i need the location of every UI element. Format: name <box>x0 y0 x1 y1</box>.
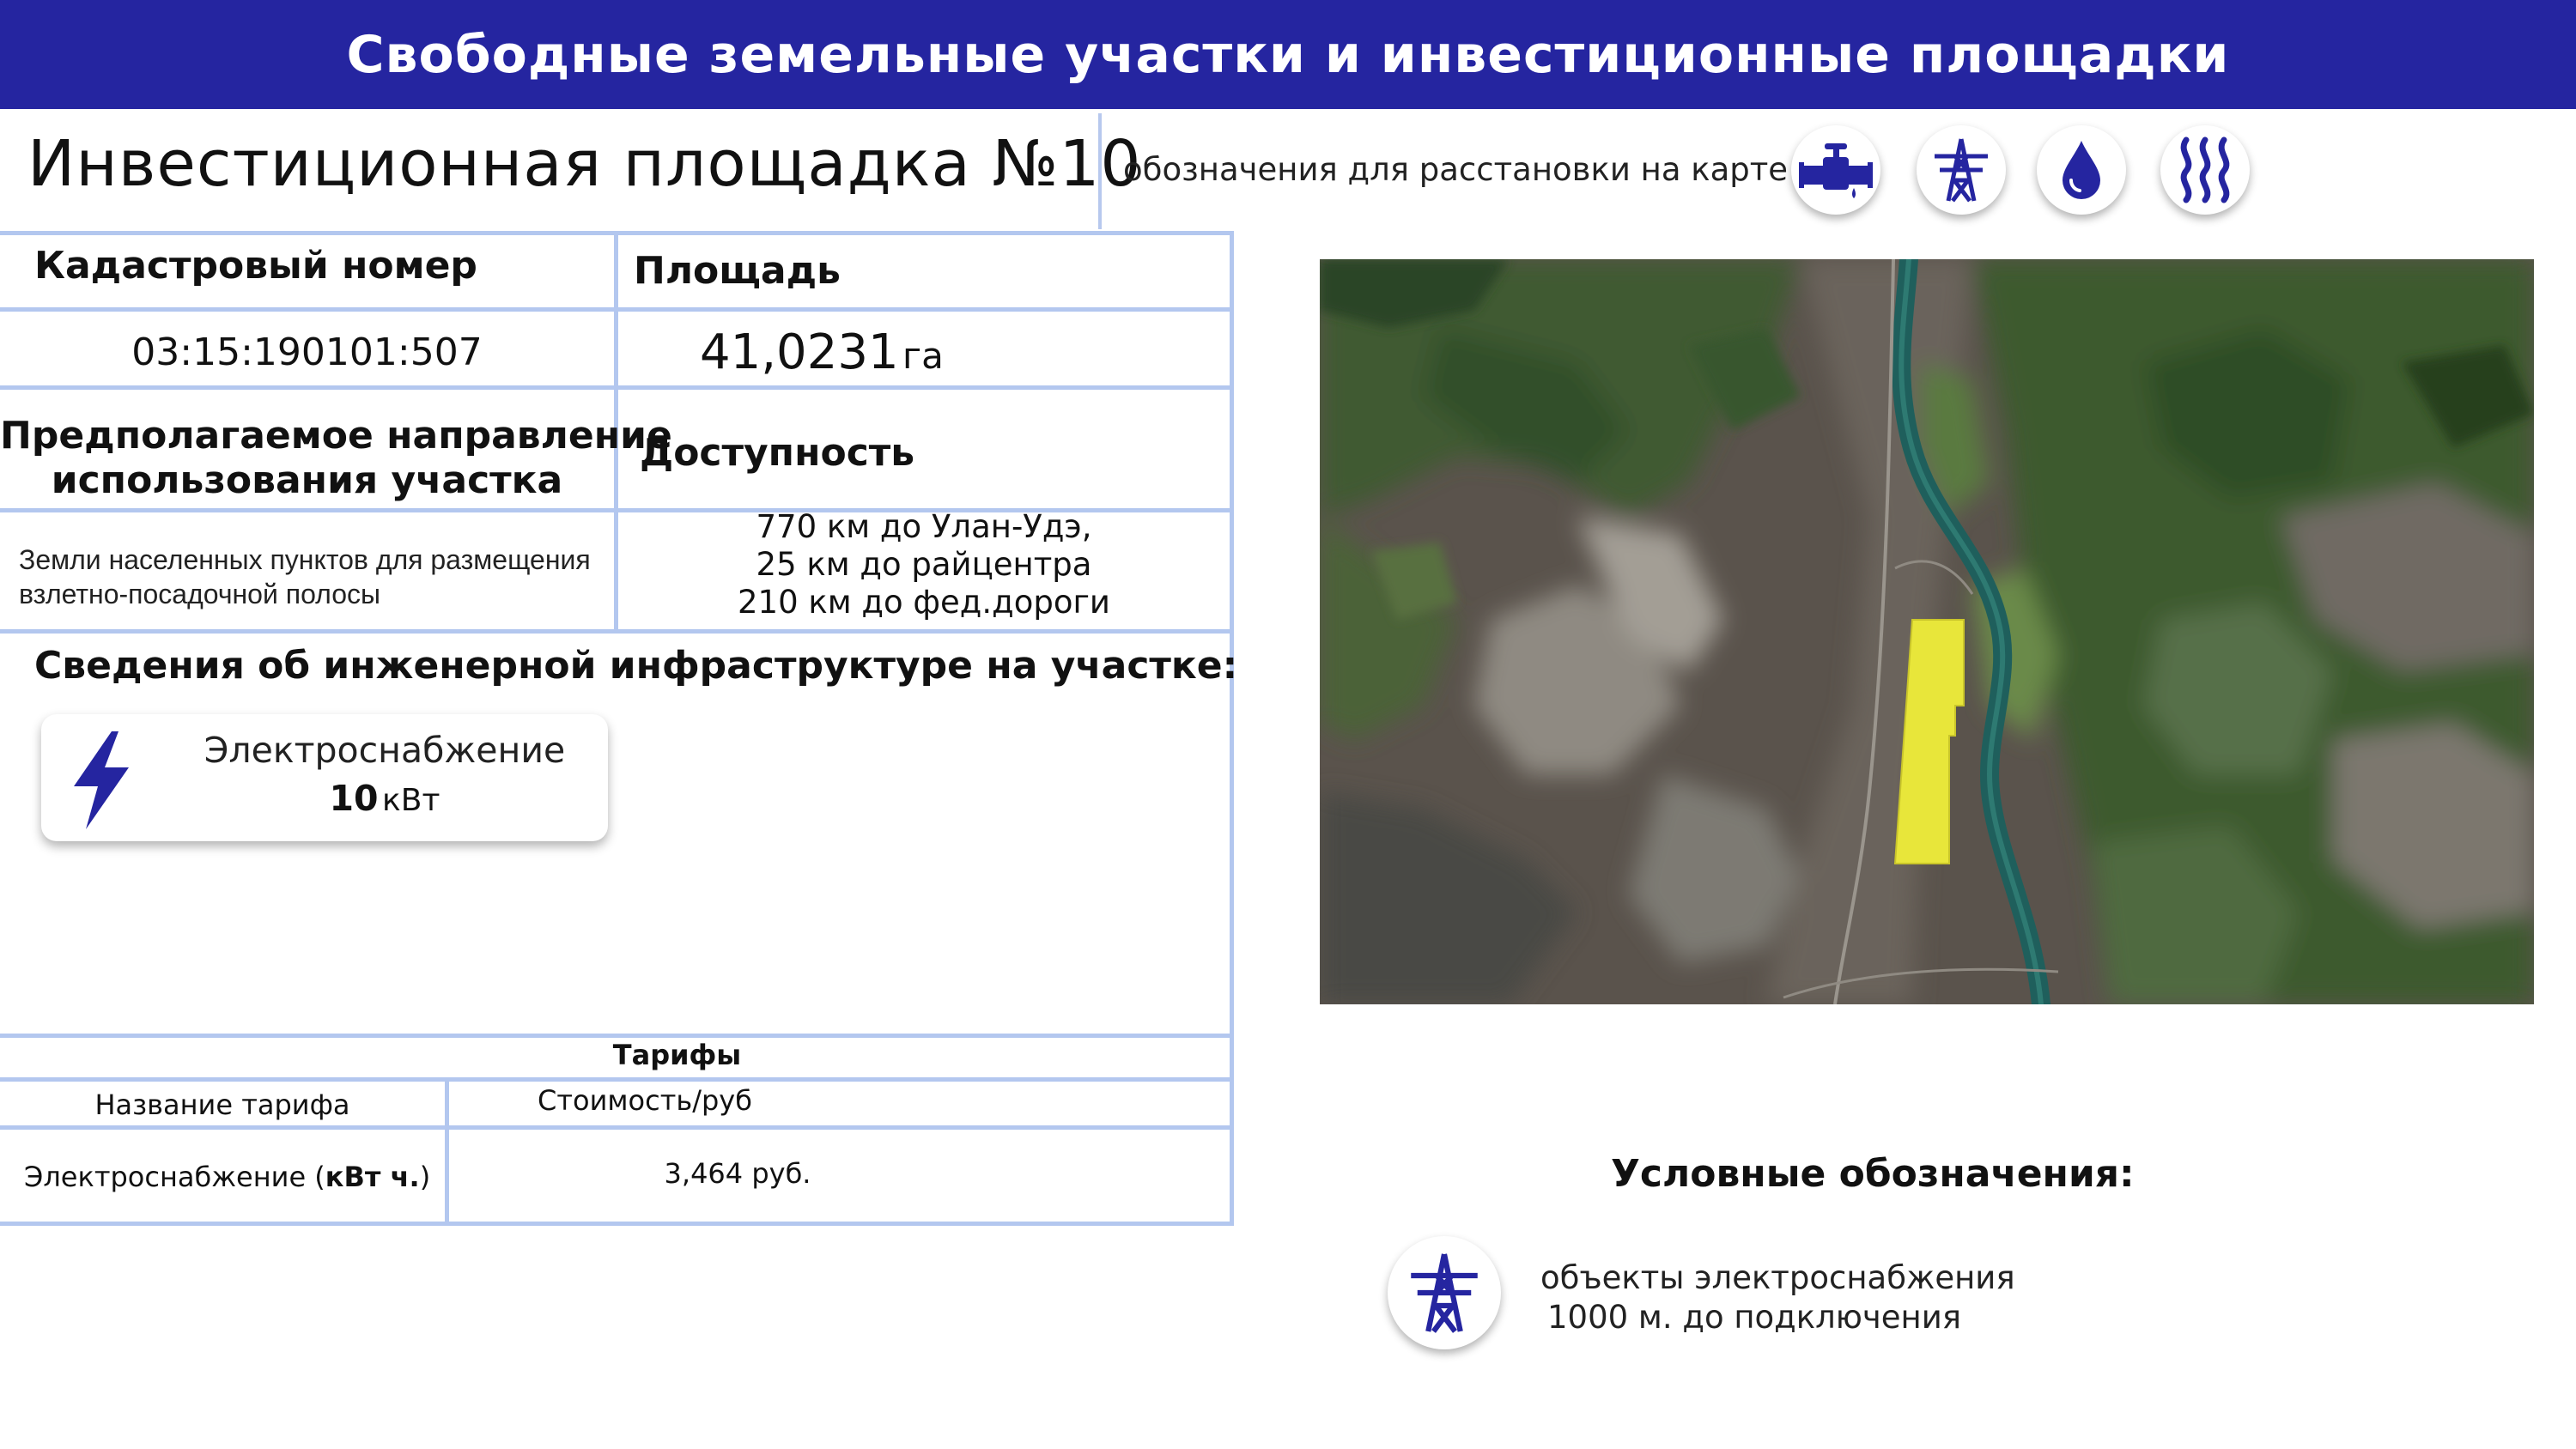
legend-item-text: объекты электроснабжения 1000 м. до подк… <box>1540 1258 2015 1337</box>
area-label: Площадь <box>634 249 841 293</box>
tariffs-title: Тарифы <box>612 1039 742 1071</box>
access-label: Доступность <box>640 431 915 475</box>
cadastral-value: 03:15:190101:507 <box>131 330 483 374</box>
title-divider <box>1098 113 1102 229</box>
legend-title: Условные обозначения: <box>1611 1152 2135 1196</box>
legend-item-line: 1000 м. до подключения <box>1547 1299 1962 1336</box>
tariff-border <box>0 1034 1234 1038</box>
cadastral-label: Кадастровый номер <box>34 244 477 288</box>
water-pipe-icon[interactable] <box>1791 125 1880 215</box>
tariff-row-suffix: ) <box>419 1161 431 1193</box>
access-line: 25 км до райцентра <box>756 546 1092 583</box>
tariff-row-unit: кВт ч. <box>325 1161 420 1193</box>
usage-value: Земли населенных пунктов для размещения … <box>19 543 591 611</box>
usage-label-line: Предполагаемое направление <box>0 414 672 458</box>
usage-label-line: использования участка <box>51 458 563 502</box>
tariff-row-prefix: Электроснабжение ( <box>24 1161 325 1193</box>
power-supply-card: Электроснабжение 10 кВт <box>41 714 608 841</box>
tariff-border <box>0 1077 1234 1082</box>
legend-item-line: объекты электроснабжения <box>1540 1259 2015 1296</box>
power-unit: кВт <box>382 783 440 818</box>
power-tower-icon <box>1388 1236 1501 1349</box>
page-header-title: Свободные земельные участки и инвестицио… <box>346 24 2230 85</box>
area-unit: га <box>902 335 944 377</box>
header-bar: Свободные земельные участки и инвестицио… <box>0 0 2576 109</box>
lightning-icon <box>74 731 129 829</box>
infrastructure-title: Сведения об инженерной инфраструктуре на… <box>34 644 1238 688</box>
tariff-border <box>0 1125 1234 1130</box>
area-value: 41,0231 га <box>700 324 944 380</box>
water-drop-icon[interactable] <box>2037 125 2126 215</box>
access-value: 770 км до Улан-Удэ, 25 км до райцентра 2… <box>618 508 1230 621</box>
tariff-border <box>0 1222 1234 1226</box>
usage-value-line: Земли населенных пунктов для размещения <box>19 544 591 575</box>
heat-waves-icon[interactable] <box>2160 125 2250 215</box>
tariff-cost-header: Стоимость/руб <box>538 1084 752 1117</box>
power-label: Электроснабжение <box>204 730 566 771</box>
table-right-border <box>1230 231 1234 1038</box>
tariff-name-header: Название тарифа <box>94 1088 350 1121</box>
power-tower-icon[interactable] <box>1917 125 2006 215</box>
tariff-row-name: Электроснабжение (кВт ч.) <box>24 1161 430 1193</box>
usage-value-line: взлетно-посадочной полосы <box>19 579 380 609</box>
power-value: 10 кВт <box>161 778 608 819</box>
access-line: 210 км до фед.дороги <box>738 584 1110 621</box>
area-number: 41,0231 <box>700 324 899 380</box>
site-title: Инвестиционная площадка №10 <box>27 127 1142 201</box>
satellite-map-image <box>1320 259 2534 1004</box>
tariff-row-cost: 3,464 руб. <box>664 1157 811 1190</box>
access-line: 770 км до Улан-Удэ, <box>756 508 1092 545</box>
map-legend-hint: обозначения для расстановки на карте <box>1123 151 1789 188</box>
satellite-map[interactable] <box>1320 259 2534 1004</box>
usage-label: Предполагаемое направление использования… <box>0 414 672 503</box>
power-number: 10 <box>329 778 379 819</box>
